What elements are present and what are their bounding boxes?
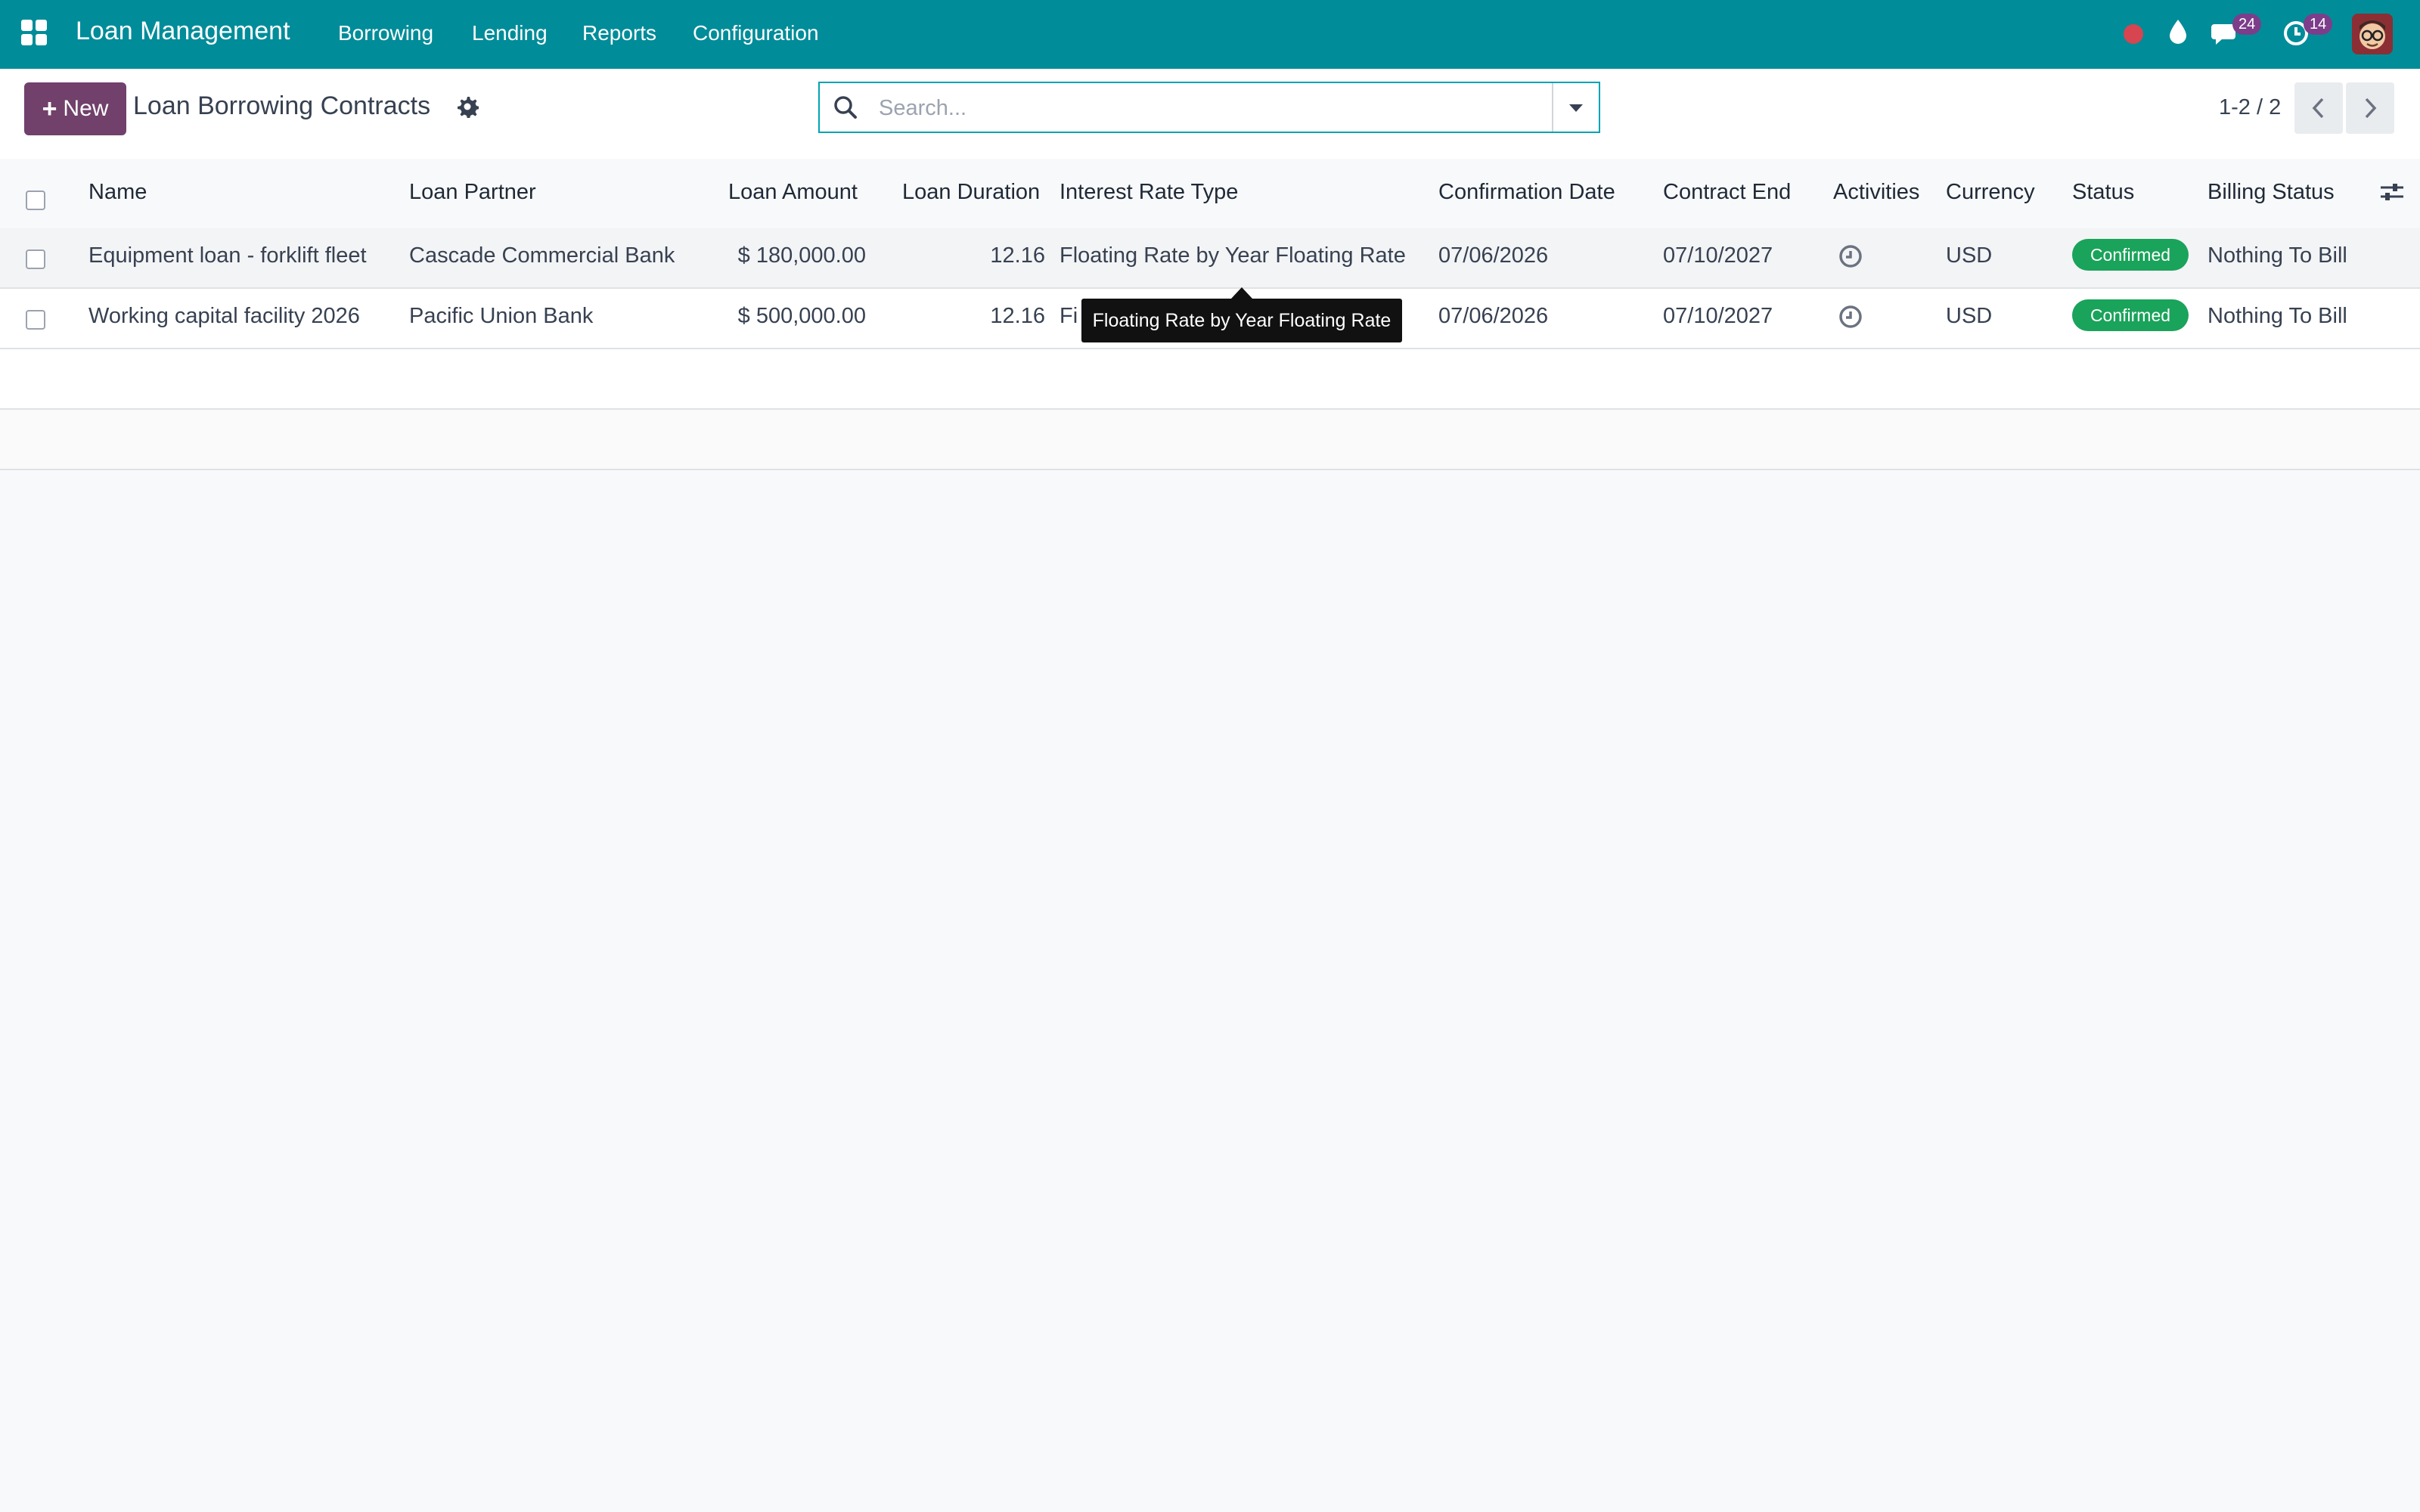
search-input[interactable] — [877, 91, 1576, 125]
cell-currency[interactable]: USD — [1946, 243, 1992, 268]
cell-loan-duration[interactable]: 12.16 — [902, 243, 1045, 268]
column-confirmation-date[interactable]: Confirmation Date — [1438, 180, 1615, 205]
tooltip: Floating Rate by Year Floating Rate — [1081, 299, 1402, 342]
cell-contract-end[interactable]: 07/10/2027 — [1663, 304, 1773, 329]
cell-interest-rate-type[interactable]: Fi — [1060, 304, 1078, 329]
column-interest-rate-type[interactable]: Interest Rate Type — [1060, 180, 1238, 205]
recording-status-icon[interactable] — [2124, 24, 2143, 44]
cell-loan-duration[interactable]: 12.16 — [902, 304, 1045, 329]
cell-billing-status[interactable]: Nothing To Bill — [2207, 304, 2347, 329]
cell-currency[interactable]: USD — [1946, 304, 1992, 329]
control-panel: + New Loan Borrowing Contracts 1-2 / 2 — [0, 69, 2420, 160]
gear-icon[interactable] — [456, 95, 479, 118]
table-row[interactable]: Equipment loan - forklift fleet Cascade … — [0, 228, 2420, 289]
plus-icon: + — [42, 94, 57, 123]
select-all-checkbox[interactable] — [26, 191, 45, 210]
cell-name[interactable]: Equipment loan - forklift fleet — [88, 243, 367, 268]
droplet-icon[interactable] — [2167, 18, 2189, 45]
cell-interest-rate-type[interactable]: Floating Rate by Year Floating Rate — [1060, 243, 1406, 268]
app-title[interactable]: Loan Management — [76, 17, 290, 46]
status-badge: Confirmed — [2072, 299, 2189, 331]
status-badge: Confirmed — [2072, 239, 2189, 271]
cell-contract-end[interactable]: 07/10/2027 — [1663, 243, 1773, 268]
column-loan-amount[interactable]: Loan Amount — [728, 180, 858, 205]
tooltip-arrow — [1231, 287, 1252, 299]
table-header: Name Loan Partner Loan Amount Loan Durat… — [0, 159, 2420, 230]
chevron-right-icon — [2365, 98, 2377, 119]
activity-clock-icon[interactable] — [1838, 243, 1863, 269]
breadcrumb: Loan Borrowing Contracts — [133, 91, 431, 120]
search-options-toggle[interactable] — [1552, 83, 1599, 132]
menu-reports[interactable]: Reports — [582, 21, 656, 45]
column-contract-end[interactable]: Contract End — [1663, 180, 1791, 205]
menu-configuration[interactable]: Configuration — [693, 21, 819, 45]
cell-loan-partner[interactable]: Pacific Union Bank — [409, 304, 593, 329]
top-navbar: Loan Management Borrowing Lending Report… — [0, 0, 2420, 69]
pager-next-button[interactable] — [2346, 82, 2394, 134]
optional-columns-icon[interactable] — [2379, 181, 2405, 204]
column-loan-duration[interactable]: Loan Duration — [902, 180, 1040, 205]
column-currency[interactable]: Currency — [1946, 180, 2035, 205]
new-button-label: New — [63, 96, 109, 121]
cell-billing-status[interactable]: Nothing To Bill — [2207, 243, 2347, 268]
menu-borrowing[interactable]: Borrowing — [338, 21, 433, 45]
activity-clock-icon[interactable] — [1838, 304, 1863, 330]
messages-badge: 24 — [2232, 14, 2262, 35]
app-grid-icon[interactable] — [21, 20, 48, 47]
chevron-left-icon — [2312, 98, 2324, 119]
caret-down-icon — [1569, 104, 1583, 112]
pager-value[interactable]: 1-2 / 2 — [2219, 95, 2281, 120]
cell-loan-partner[interactable]: Cascade Commercial Bank — [409, 243, 675, 268]
new-button[interactable]: + New — [24, 82, 126, 135]
cell-loan-amount[interactable]: $ 180,000.00 — [728, 243, 866, 268]
column-loan-partner[interactable]: Loan Partner — [409, 180, 536, 205]
row-checkbox[interactable] — [26, 310, 45, 330]
empty-row — [0, 410, 2420, 470]
cell-loan-amount[interactable]: $ 500,000.00 — [728, 304, 866, 329]
cell-name[interactable]: Working capital facility 2026 — [88, 304, 360, 329]
cell-confirmation-date[interactable]: 07/06/2026 — [1438, 243, 1548, 268]
menu-lending[interactable]: Lending — [472, 21, 548, 45]
row-checkbox[interactable] — [26, 249, 45, 269]
cell-confirmation-date[interactable]: 07/06/2026 — [1438, 304, 1548, 329]
pager-previous-button[interactable] — [2294, 82, 2343, 134]
user-avatar[interactable] — [2352, 14, 2393, 54]
column-status[interactable]: Status — [2072, 180, 2134, 205]
column-name[interactable]: Name — [88, 180, 147, 205]
activities-badge: 14 — [2304, 14, 2333, 35]
column-activities[interactable]: Activities — [1833, 180, 1919, 205]
empty-row — [0, 349, 2420, 410]
column-billing-status[interactable]: Billing Status — [2207, 180, 2335, 205]
search-icon — [834, 96, 857, 119]
search-bar — [818, 82, 1600, 133]
